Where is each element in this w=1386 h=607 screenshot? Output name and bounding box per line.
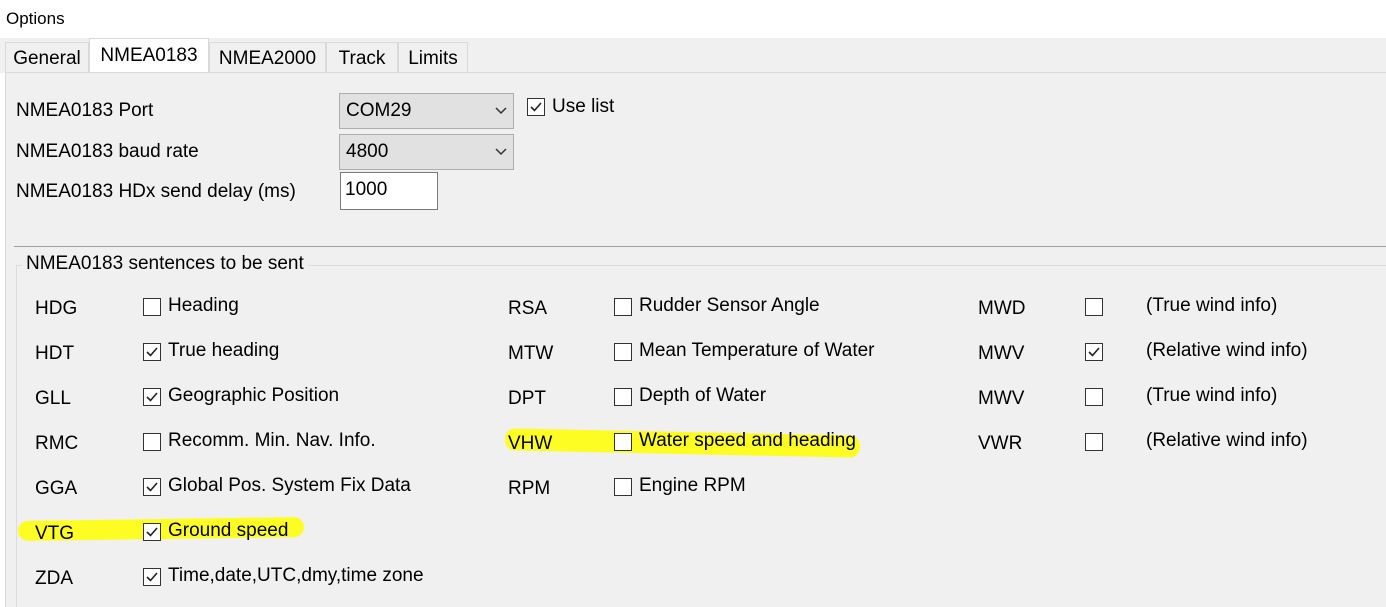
checkmark-icon [146, 347, 158, 357]
sentence-description: Mean Temperature of Water [639, 340, 875, 361]
sentence-checkbox[interactable] [1085, 298, 1103, 316]
sentence-description: Depth of Water [639, 385, 767, 406]
sentence-code: MWV [978, 388, 1025, 409]
sentence-description: (Relative wind info) [1146, 340, 1308, 361]
chevron-down-icon [495, 148, 507, 156]
checkmark-icon [146, 572, 158, 582]
tab-nmea2000[interactable]: NMEA2000 [209, 42, 326, 72]
sentence-checkbox[interactable] [143, 568, 161, 586]
sentence-code: ZDA [35, 568, 73, 589]
checkmark-icon [530, 102, 542, 112]
sentence-description: Ground speed [168, 520, 289, 541]
separator [14, 246, 1386, 247]
chevron-down-icon [495, 107, 507, 115]
checkmark-icon [146, 392, 158, 402]
sentence-checkbox[interactable] [614, 478, 632, 496]
sentence-checkbox[interactable] [143, 478, 161, 496]
sentence-checkbox[interactable] [1085, 433, 1103, 451]
sentence-code: VTG [35, 523, 75, 544]
sentence-description: (True wind info) [1146, 295, 1278, 316]
sentence-code: RMC [35, 433, 79, 454]
baud-select[interactable]: 4800 [339, 134, 514, 170]
sentence-checkbox[interactable] [143, 523, 161, 541]
sentence-checkbox[interactable] [1085, 388, 1103, 406]
sentence-description: Engine RPM [639, 475, 746, 496]
sentence-description: Rudder Sensor Angle [639, 295, 820, 316]
sentence-checkbox[interactable] [614, 388, 632, 406]
baud-value: 4800 [346, 141, 389, 162]
sentence-checkbox[interactable] [614, 343, 632, 361]
tab-limits[interactable]: Limits [398, 42, 468, 72]
sentence-description: True heading [168, 340, 280, 361]
sentence-code: MWV [978, 343, 1025, 364]
use-list-checkbox[interactable] [527, 98, 545, 116]
sentence-code: GGA [35, 478, 78, 499]
tab-track[interactable]: Track [326, 42, 398, 72]
sentence-code: HDG [35, 298, 78, 319]
tab-general[interactable]: General [5, 42, 89, 72]
sentence-code: MWD [978, 298, 1026, 319]
port-select[interactable]: COM29 [339, 93, 514, 129]
sentence-checkbox[interactable] [143, 388, 161, 406]
checkmark-icon [146, 527, 158, 537]
sentence-code: RPM [508, 478, 551, 499]
sentence-description: (True wind info) [1146, 385, 1278, 406]
port-label: NMEA0183 Port [16, 100, 154, 121]
sentence-checkbox[interactable] [1085, 343, 1103, 361]
sentence-description: Geographic Position [168, 385, 340, 406]
sentence-description: Time,date,UTC,dmy,time zone [168, 565, 424, 586]
sentence-code: HDT [35, 343, 75, 364]
baud-label: NMEA0183 baud rate [16, 141, 199, 162]
sentence-code: GLL [35, 388, 71, 409]
sentence-code: VHW [508, 433, 553, 454]
port-value: COM29 [346, 100, 412, 121]
sentence-code: RSA [508, 298, 548, 319]
delay-label: NMEA0183 HDx send delay (ms) [16, 181, 296, 202]
delay-input[interactable]: 1000 [340, 172, 438, 210]
sentence-checkbox[interactable] [143, 298, 161, 316]
sentence-description: Water speed and heading [639, 430, 856, 451]
sentence-checkbox[interactable] [143, 433, 161, 451]
checkmark-icon [1088, 347, 1100, 357]
sentence-description: Recomm. Min. Nav. Info. [168, 430, 376, 451]
sentence-description: Heading [168, 295, 239, 316]
use-list-label: Use list [552, 96, 615, 117]
tab-nmea0183[interactable]: NMEA0183 [89, 38, 209, 74]
sentence-description: Global Pos. System Fix Data [168, 475, 411, 496]
sentence-code: DPT [508, 388, 546, 409]
sentence-checkbox[interactable] [143, 343, 161, 361]
sentence-checkbox[interactable] [614, 433, 632, 451]
window-title: Options [6, 9, 65, 28]
sentence-checkbox[interactable] [614, 298, 632, 316]
sentence-description: (Relative wind info) [1146, 430, 1308, 451]
sentences-group-title: NMEA0183 sentences to be sent [22, 253, 308, 275]
checkmark-icon [146, 482, 158, 492]
sentence-code: VWR [978, 433, 1023, 454]
sentence-code: MTW [508, 343, 554, 364]
